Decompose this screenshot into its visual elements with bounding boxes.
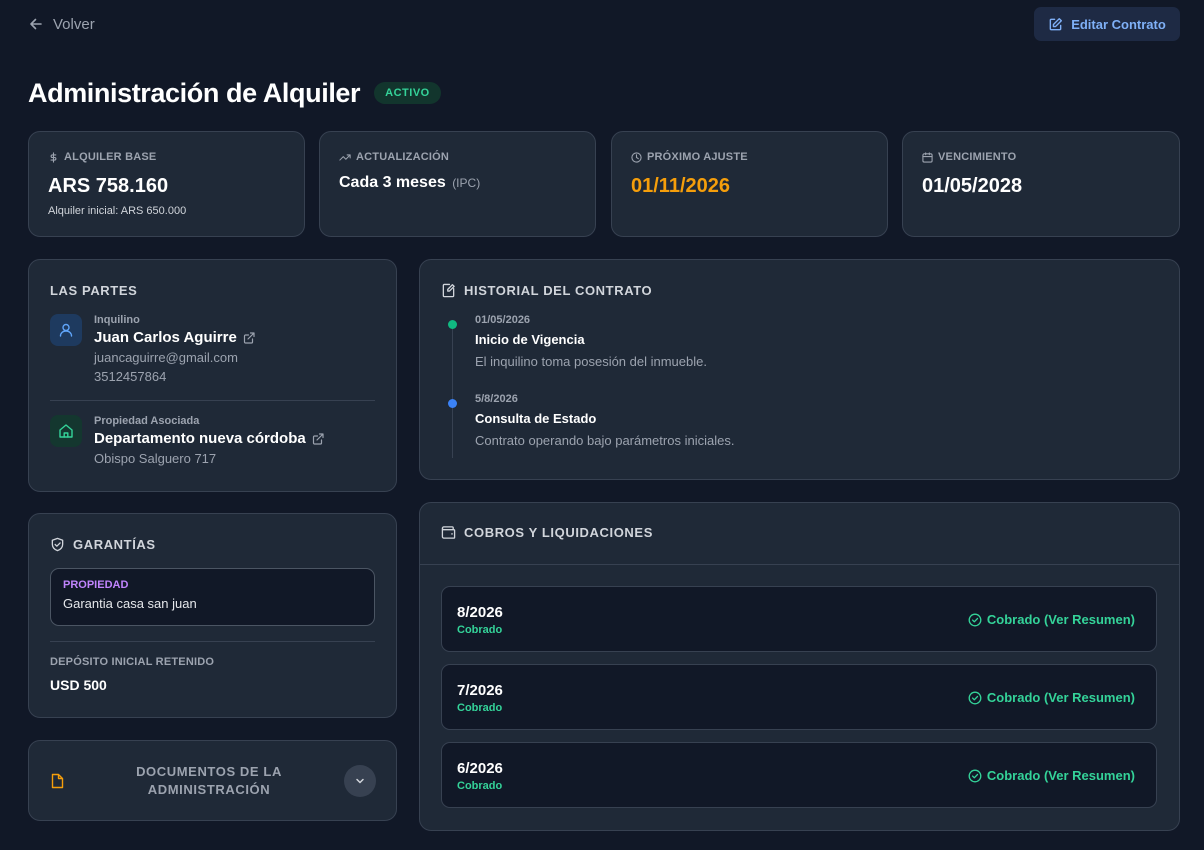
file-edit-icon (441, 283, 456, 298)
payment-period: 6/2026 (457, 760, 503, 777)
parties-card: LAS PARTES Inquilino Juan Carlos Aguirre… (28, 259, 397, 492)
payment-status: Cobrado (457, 780, 503, 792)
payment-row[interactable]: 8/2026 Cobrado Cobrado (Ver Resumen) (441, 586, 1157, 652)
parties-heading: LAS PARTES (50, 283, 138, 298)
clock-icon (631, 151, 642, 163)
property-name-link[interactable]: Departamento nueva córdoba (94, 430, 324, 447)
dollar-icon (48, 151, 59, 163)
property-party: Propiedad Asociada Departamento nueva có… (50, 415, 324, 466)
event-description: Contrato operando bajo parámetros inicia… (475, 433, 735, 448)
external-link-icon (312, 432, 324, 445)
view-summary-link[interactable]: Cobrado (Ver Resumen) (968, 612, 1135, 627)
divider (420, 564, 1179, 565)
stat-card-next-adjust: PRÓXIMO AJUSTE 01/11/2026 (611, 131, 888, 237)
timeline-dot (448, 320, 457, 329)
event-title: Inicio de Vigencia (475, 332, 585, 347)
history-card: HISTORIAL DEL CONTRATO 01/05/2026 Inicio… (419, 259, 1180, 480)
edit-contract-button[interactable]: Editar Contrato (1034, 7, 1180, 41)
edit-icon (1048, 17, 1063, 32)
stat-value: 01/05/2028 (922, 175, 1023, 197)
home-icon (50, 415, 82, 447)
timeline-event: 5/8/2026 Consulta de Estado Contrato ope… (475, 393, 734, 448)
deposit-value: USD 500 (50, 677, 107, 693)
arrow-left-icon (28, 16, 44, 32)
payment-row[interactable]: 7/2026 Cobrado Cobrado (Ver Resumen) (441, 664, 1157, 730)
payment-row[interactable]: 6/2026 Cobrado Cobrado (Ver Resumen) (441, 742, 1157, 808)
timeline-event: 01/05/2026 Inicio de Vigencia El inquili… (475, 314, 707, 369)
view-summary-link[interactable]: Cobrado (Ver Resumen) (968, 768, 1135, 783)
tenant-party: Inquilino Juan Carlos Aguirre juancaguir… (50, 314, 255, 384)
user-icon (50, 314, 82, 346)
back-link[interactable]: Volver (28, 14, 95, 34)
document-icon (50, 773, 65, 789)
check-circle-icon (968, 691, 982, 705)
event-date: 5/8/2026 (475, 393, 518, 405)
tenant-phone: 3512457864 (94, 369, 167, 384)
property-address: Obispo Salguero 717 (94, 451, 217, 466)
stat-label: VENCIMIENTO (938, 151, 1017, 163)
back-label: Volver (53, 15, 95, 33)
payments-card: COBROS Y LIQUIDACIONES 8/2026 Cobrado Co… (419, 502, 1180, 831)
guarantees-heading: GARANTÍAS (73, 537, 156, 552)
stat-value: 01/11/2026 (631, 175, 730, 197)
page-title: Administración de Alquiler (28, 77, 361, 108)
tenant-email: juancaguirre@gmail.com (94, 350, 238, 365)
tenant-name-link[interactable]: Juan Carlos Aguirre (94, 329, 255, 346)
payments-heading: COBROS Y LIQUIDACIONES (464, 525, 653, 540)
stat-note: Alquiler inicial: ARS 650.000 (48, 205, 187, 217)
stat-card-expiry: VENCIMIENTO 01/05/2028 (902, 131, 1180, 237)
edit-contract-label: Editar Contrato (1071, 16, 1166, 32)
chevron-down-icon (354, 775, 366, 787)
page-header: Administración de Alquiler ACTIVO (28, 76, 441, 110)
stat-card-update: ACTUALIZACIÓN Cada 3 meses (IPC) (319, 131, 596, 237)
guarantee-item: PROPIEDAD Garantia casa san juan (50, 568, 375, 626)
guarantee-type: PROPIEDAD (63, 579, 129, 591)
payment-period: 7/2026 (457, 682, 503, 699)
payment-period: 8/2026 (457, 604, 503, 621)
expand-documents-button[interactable] (344, 765, 376, 797)
divider (50, 400, 375, 401)
stat-value: Cada 3 meses (IPC) (339, 174, 481, 191)
documents-heading: DOCUMENTOS DE LA ADMINISTRACIÓN (136, 764, 282, 797)
status-badge: ACTIVO (374, 82, 441, 104)
view-summary-link[interactable]: Cobrado (Ver Resumen) (968, 690, 1135, 705)
documents-panel-toggle[interactable]: DOCUMENTOS DE LA ADMINISTRACIÓN (28, 740, 397, 821)
stat-label: ACTUALIZACIÓN (356, 151, 450, 163)
check-circle-icon (968, 613, 982, 627)
calendar-icon (922, 151, 933, 163)
event-title: Consulta de Estado (475, 411, 597, 426)
history-heading: HISTORIAL DEL CONTRATO (464, 283, 653, 298)
stat-value: ARS 758.160 (48, 175, 169, 197)
guarantees-card: GARANTÍAS PROPIEDAD Garantia casa san ju… (28, 513, 397, 718)
external-link-icon (243, 331, 255, 344)
payment-status: Cobrado (457, 702, 503, 714)
event-date: 01/05/2026 (475, 314, 531, 326)
property-role: Propiedad Asociada (94, 415, 200, 427)
tenant-role: Inquilino (94, 314, 140, 326)
divider (50, 641, 375, 642)
trending-up-icon (339, 152, 351, 163)
stat-card-base-rent: ALQUILER BASE ARS 758.160 Alquiler inici… (28, 131, 305, 237)
deposit-label: DEPÓSITO INICIAL RETENIDO (50, 656, 215, 668)
check-circle-icon (968, 769, 982, 783)
payment-status: Cobrado (457, 624, 503, 636)
wallet-icon (441, 525, 456, 540)
stat-label: ALQUILER BASE (64, 151, 157, 163)
guarantee-description: Garantia casa san juan (63, 596, 197, 611)
event-description: El inquilino toma posesión del inmueble. (475, 354, 707, 369)
stat-label: PRÓXIMO AJUSTE (647, 151, 748, 163)
timeline-dot (448, 399, 457, 408)
timeline-line (452, 322, 453, 458)
shield-icon (50, 537, 65, 552)
